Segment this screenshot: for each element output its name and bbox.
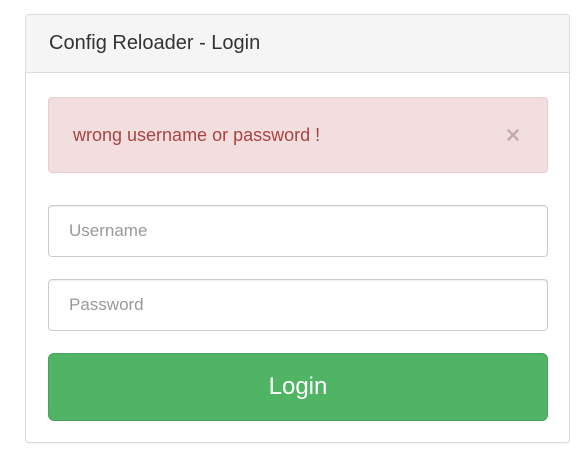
error-alert: wrong username or password ! bbox=[48, 97, 548, 173]
panel-heading: Config Reloader - Login bbox=[26, 15, 569, 73]
login-button[interactable]: Login bbox=[48, 353, 548, 421]
login-panel: Config Reloader - Login wrong username o… bbox=[25, 14, 570, 443]
close-icon[interactable] bbox=[505, 127, 521, 143]
alert-message: wrong username or password ! bbox=[73, 124, 321, 145]
password-input[interactable] bbox=[48, 279, 548, 331]
username-input[interactable] bbox=[48, 205, 548, 257]
panel-title: Config Reloader - Login bbox=[49, 32, 261, 54]
